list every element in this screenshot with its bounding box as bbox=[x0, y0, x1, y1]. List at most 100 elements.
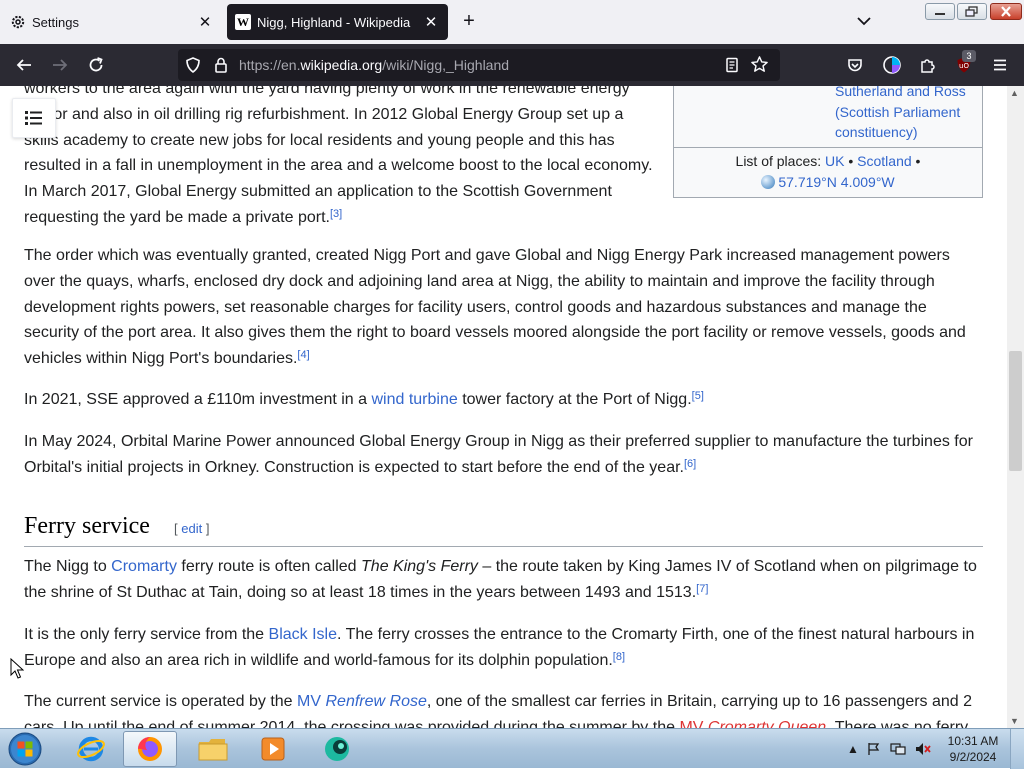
places-label: List of places: bbox=[735, 153, 822, 169]
action-center-flag-icon[interactable] bbox=[866, 741, 882, 757]
cromarty-queen-redlink[interactable]: MV Cromarty Queen bbox=[679, 719, 826, 728]
paragraph-text: . There was no ferry bbox=[826, 718, 969, 728]
paragraph-current-service: The current service is operated by the M… bbox=[24, 689, 979, 728]
tab-wikipedia[interactable]: W Nigg, Highland - Wikipedia ✕ bbox=[227, 4, 448, 40]
start-button[interactable] bbox=[5, 731, 45, 767]
url-text[interactable]: https://en.wikipedia.org/wiki/Nigg,_High… bbox=[239, 57, 509, 73]
globe-icon bbox=[761, 174, 776, 189]
firefox-account-icon[interactable] bbox=[879, 52, 905, 78]
pocket-icon[interactable] bbox=[842, 52, 868, 78]
extension-count-badge: 3 bbox=[962, 50, 976, 62]
paragraph-nigg-port: The order which was eventually granted, … bbox=[24, 243, 979, 372]
firefox-taskbar-icon[interactable] bbox=[123, 731, 177, 767]
reload-icon[interactable] bbox=[83, 52, 109, 78]
file-explorer-icon[interactable] bbox=[186, 731, 240, 767]
lock-icon[interactable] bbox=[212, 56, 230, 79]
paragraph-sse: In 2021, SSE approved a £110m investment… bbox=[24, 387, 979, 413]
url-prefix: https://en. bbox=[239, 57, 301, 73]
app-circle-icon[interactable] bbox=[310, 731, 364, 767]
edit-bracket-close: ] bbox=[202, 521, 210, 536]
renfrew-rose-link[interactable]: MV Renfrew Rose bbox=[297, 693, 427, 710]
paragraph-kings-ferry: The Nigg to Cromarty ferry route is ofte… bbox=[24, 554, 984, 606]
back-arrow-icon[interactable] bbox=[11, 52, 37, 78]
show-hidden-icons-chevron-icon[interactable]: ▲ bbox=[845, 741, 861, 757]
tab-settings[interactable]: Settings ✕ bbox=[0, 4, 222, 40]
scroll-up-arrow-icon[interactable]: ▲ bbox=[1010, 88, 1019, 98]
hamburger-menu-icon[interactable] bbox=[987, 52, 1013, 78]
scrollbar-thumb[interactable] bbox=[1009, 351, 1022, 471]
paragraph-line: sector and also in oil drilling rig refu… bbox=[24, 105, 624, 123]
reference-6[interactable]: [6] bbox=[684, 458, 696, 470]
cromarty-link[interactable]: Cromarty bbox=[111, 558, 177, 575]
navigation-toolbar: https://en.wikipedia.org/wiki/Nigg,_High… bbox=[0, 44, 1024, 86]
uk-link[interactable]: UK bbox=[825, 153, 844, 169]
list-icon bbox=[25, 111, 42, 125]
wikipedia-icon: W bbox=[235, 14, 251, 30]
page-scrollbar[interactable]: ▲ ▼ bbox=[1007, 86, 1024, 728]
reference-8[interactable]: [8] bbox=[613, 651, 625, 663]
tab-wikipedia-title: Nigg, Highland - Wikipedia bbox=[257, 14, 411, 30]
clock-date: 9/2/2024 bbox=[949, 750, 997, 764]
reader-view-icon[interactable] bbox=[723, 56, 741, 79]
url-path: /wiki/Nigg,_Highland bbox=[382, 57, 510, 73]
wind-turbine-link[interactable]: wind turbine bbox=[371, 391, 457, 408]
reference-7[interactable]: [7] bbox=[696, 583, 708, 595]
show-desktop-button[interactable] bbox=[1010, 729, 1024, 769]
svg-text:uO: uO bbox=[959, 62, 969, 70]
infobox: Sutherland and Ross (Scottish Parliament… bbox=[673, 86, 983, 198]
windows-taskbar: ▲ 10:31 AM 9/2/2024 bbox=[0, 728, 1024, 769]
paragraph-text: The current service is operated by the bbox=[24, 693, 298, 710]
edit-link[interactable]: edit bbox=[181, 521, 202, 536]
paragraph-text: In May 2024, Orbital Marine Power announ… bbox=[24, 433, 973, 476]
scotland-link[interactable]: Scotland bbox=[857, 153, 911, 169]
new-tab-button[interactable]: + bbox=[458, 10, 480, 32]
maximize-window-button[interactable] bbox=[957, 3, 987, 20]
chevron-down-icon[interactable] bbox=[855, 12, 873, 30]
places-separator-2: • bbox=[915, 153, 921, 169]
section-edit: [ edit ] bbox=[174, 521, 209, 536]
paragraph-line: resulted in a fall in unemployment in th… bbox=[24, 157, 653, 175]
address-bar[interactable]: https://en.wikipedia.org/wiki/Nigg,_High… bbox=[178, 49, 780, 81]
paragraph-text: The Nigg to bbox=[24, 558, 112, 575]
kings-ferry-italic: The King's Ferry bbox=[361, 558, 478, 575]
forward-arrow-icon[interactable] bbox=[47, 52, 73, 78]
link-italic: Cromarty Queen bbox=[707, 718, 827, 728]
paragraph-global-energy: workers to the area again with the yard … bbox=[24, 86, 664, 231]
link-italic: Renfrew Rose bbox=[325, 693, 427, 710]
gear-icon bbox=[10, 14, 26, 30]
paragraph-line: requesting the yard be made a private po… bbox=[24, 205, 664, 231]
scroll-down-arrow-icon[interactable]: ▼ bbox=[1010, 716, 1019, 726]
media-player-icon[interactable] bbox=[246, 731, 300, 767]
clock-time: 10:31 AM bbox=[947, 734, 999, 748]
reference-3[interactable]: [3] bbox=[330, 208, 342, 220]
tab-bar: Settings ✕ W Nigg, Highland - Wikipedia … bbox=[0, 0, 1024, 44]
link-prefix: MV bbox=[297, 693, 326, 710]
minimize-window-button[interactable] bbox=[925, 3, 955, 20]
volume-muted-icon[interactable] bbox=[915, 741, 931, 757]
places-separator: • bbox=[848, 153, 854, 169]
places-row: List of places: UK • Scotland • 57.719°N… bbox=[674, 151, 982, 192]
black-isle-link[interactable]: Black Isle bbox=[269, 626, 337, 643]
close-window-button[interactable] bbox=[990, 3, 1022, 20]
close-tab-icon[interactable]: ✕ bbox=[196, 13, 214, 31]
paragraph-orbital: In May 2024, Orbital Marine Power announ… bbox=[24, 429, 979, 481]
bookmark-star-icon[interactable] bbox=[750, 55, 769, 79]
table-of-contents-button[interactable] bbox=[12, 98, 56, 138]
close-tab-icon[interactable]: ✕ bbox=[422, 13, 440, 31]
section-title: Ferry service bbox=[24, 513, 150, 539]
paragraph-text: It is the only ferry service from the bbox=[24, 626, 269, 643]
system-clock[interactable]: 10:31 AM 9/2/2024 bbox=[940, 733, 1006, 765]
paragraph-text: ferry route is often called bbox=[176, 558, 362, 575]
tracking-protection-shield-icon[interactable] bbox=[184, 56, 202, 79]
network-icon[interactable] bbox=[890, 741, 906, 757]
link-prefix: MV bbox=[679, 718, 708, 728]
paragraph-line: In March 2017, Global Energy submitted a… bbox=[24, 183, 612, 201]
internet-explorer-icon[interactable] bbox=[64, 731, 118, 767]
coordinates-link[interactable]: 57.719°N 4.009°W bbox=[778, 174, 894, 190]
url-domain: wikipedia.org bbox=[300, 57, 383, 73]
extensions-puzzle-icon[interactable] bbox=[915, 52, 941, 78]
reference-4[interactable]: [4] bbox=[297, 349, 309, 361]
paragraph-line-text: requesting the yard be made a private po… bbox=[24, 208, 330, 226]
constituency-link[interactable]: Sutherland and Ross (Scottish Parliament… bbox=[835, 86, 980, 143]
reference-5[interactable]: [5] bbox=[692, 390, 704, 402]
